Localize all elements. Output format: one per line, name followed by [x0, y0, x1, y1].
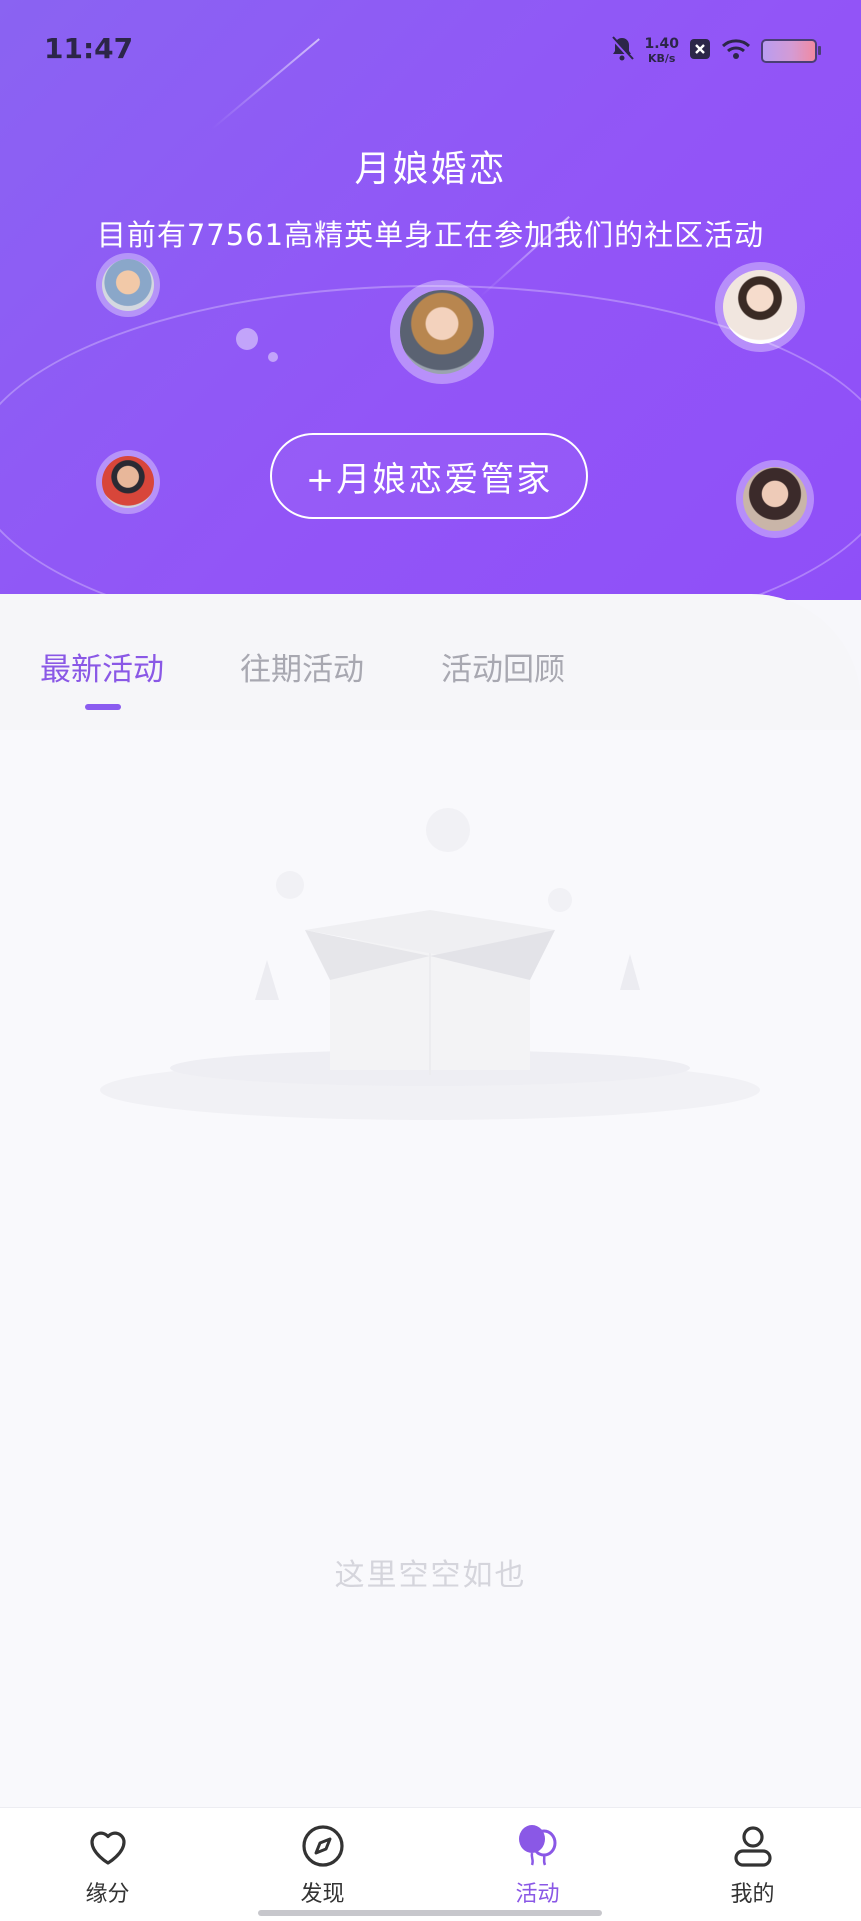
decor-dot	[268, 352, 278, 362]
active-tab-indicator	[85, 704, 121, 710]
tab-past-activities[interactable]: 往期活动	[240, 644, 364, 689]
user-icon	[734, 1826, 772, 1867]
bell-off-icon	[610, 36, 635, 66]
member-avatar[interactable]	[96, 450, 160, 514]
app-title: 月娘婚恋	[354, 149, 507, 190]
hero-banner: 11:47 1.40 KB/s 月娘婚恋 目前有77561高精英单身正在参加我们…	[0, 0, 861, 600]
love-manager-button[interactable]: +月娘恋爱管家	[270, 433, 588, 519]
nav-label: 我的	[730, 1882, 775, 1907]
empty-box-icon	[60, 790, 800, 1130]
member-avatar[interactable]	[715, 262, 805, 352]
empty-state: 这里空空如也	[0, 730, 861, 1808]
heart-icon	[90, 1831, 126, 1865]
nav-item-mine[interactable]: 我的	[645, 1808, 860, 1921]
nav-label: 活动	[515, 1882, 560, 1907]
box-x-icon	[689, 38, 711, 64]
bottom-nav: 缘分 发现 活动 我的	[0, 1807, 861, 1921]
status-icons: 1.40 KB/s	[610, 36, 821, 66]
balloon-icon	[519, 1825, 557, 1866]
home-indicator[interactable]	[258, 1910, 602, 1916]
net-speed: 1.40 KB/s	[644, 37, 679, 66]
wifi-icon	[721, 38, 751, 64]
nav-item-activities[interactable]: 活动	[430, 1808, 645, 1921]
tab-activity-review[interactable]: 活动回顾	[441, 644, 565, 689]
status-bar: 11:47 1.40 KB/s	[0, 0, 861, 100]
empty-message: 这里空空如也	[334, 1558, 527, 1593]
nav-label: 发现	[300, 1882, 345, 1907]
activity-panel: 最新活动 往期活动 活动回顾 这里空空如也	[0, 594, 861, 1808]
net-speed-unit: KB/s	[647, 51, 676, 65]
net-speed-value: 1.40	[644, 35, 679, 52]
compass-icon	[302, 1825, 344, 1867]
status-time: 11:47	[44, 32, 134, 65]
member-avatar[interactable]	[96, 253, 160, 317]
decor-dot	[236, 328, 258, 350]
battery-icon	[761, 39, 821, 63]
nav-item-fate[interactable]: 缘分	[0, 1808, 215, 1921]
member-count-subtitle: 目前有77561高精英单身正在参加我们的社区活动	[96, 218, 765, 252]
member-avatar[interactable]	[390, 280, 494, 384]
nav-label: 缘分	[85, 1882, 130, 1907]
tab-latest-activities[interactable]: 最新活动	[40, 644, 164, 689]
member-avatar[interactable]	[736, 460, 814, 538]
activity-tabs: 最新活动 往期活动 活动回顾	[0, 594, 861, 724]
nav-item-discover[interactable]: 发现	[215, 1808, 430, 1921]
